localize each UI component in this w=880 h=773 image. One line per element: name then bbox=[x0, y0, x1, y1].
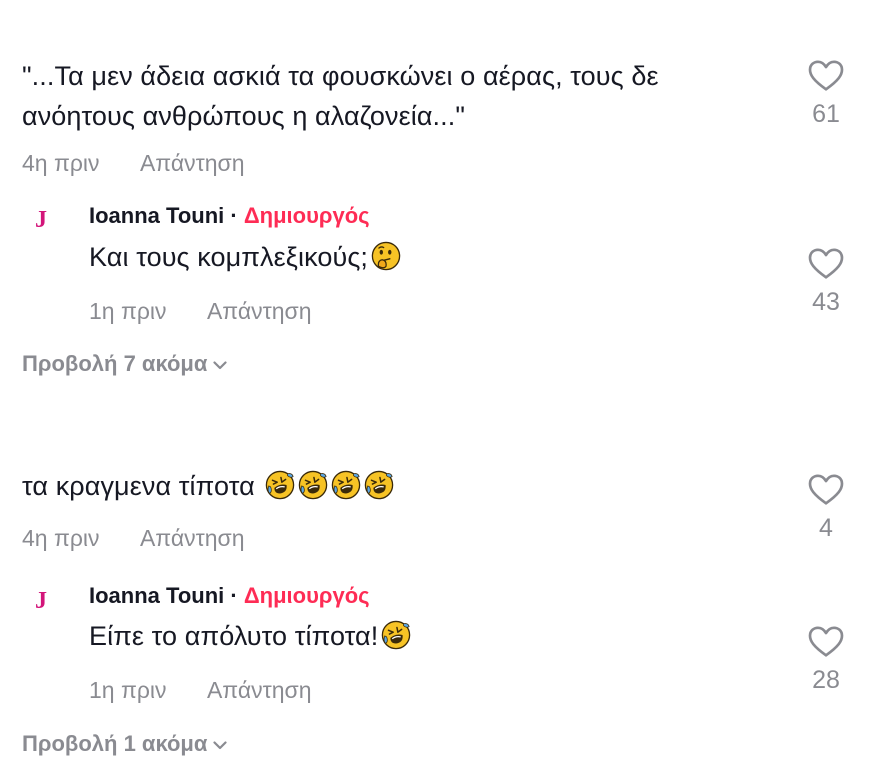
creator-badge: Δημιουργός bbox=[243, 203, 370, 228]
reply-button[interactable]: Απάντηση bbox=[140, 525, 245, 551]
rofl-emoji bbox=[265, 470, 295, 500]
avatar[interactable]: J bbox=[30, 206, 52, 234]
like-count: 28 bbox=[812, 666, 840, 694]
reply-button[interactable]: Απάντηση bbox=[140, 150, 245, 176]
like-count: 43 bbox=[812, 288, 840, 316]
reply-timestamp: 1η πριν bbox=[89, 677, 167, 703]
rofl-emoji bbox=[331, 470, 361, 500]
creator-badge: Δημιουργός bbox=[243, 583, 370, 608]
view-more-replies-button[interactable]: Προβολή 1 ακόμα bbox=[22, 731, 227, 757]
reply-button[interactable]: Απάντηση bbox=[207, 298, 312, 324]
rofl-emoji bbox=[381, 620, 411, 650]
heart-outline-icon bbox=[808, 60, 844, 92]
heart-outline-icon bbox=[808, 474, 844, 506]
heart-outline-icon bbox=[808, 626, 844, 658]
comment-meta: 4η πριν Απάντηση bbox=[22, 525, 244, 552]
reply-text: Και τους κομπλεξικούς; bbox=[89, 237, 401, 277]
chevron-down-icon bbox=[213, 361, 227, 370]
author-name[interactable]: Ioanna Touni bbox=[89, 583, 224, 608]
comment-text: "...Τα μεν άδεια ασκιά τα φουσκώνει ο αέ… bbox=[22, 61, 659, 131]
rofl-emoji bbox=[364, 470, 394, 500]
comment-timestamp: 4η πριν bbox=[22, 525, 100, 551]
reply-button[interactable]: Απάντηση bbox=[207, 677, 312, 703]
comment-meta: 4η πριν Απάντηση bbox=[22, 150, 244, 177]
view-more-replies-button[interactable]: Προβολή 7 ακόμα bbox=[22, 351, 227, 377]
author-separator: · bbox=[230, 203, 238, 228]
like-button[interactable]: 43 bbox=[800, 248, 852, 317]
reply-meta: 1η πριν Απάντηση bbox=[89, 677, 311, 704]
like-button[interactable]: 61 bbox=[800, 60, 852, 129]
like-button[interactable]: 28 bbox=[800, 626, 852, 695]
avatar[interactable]: J bbox=[30, 587, 52, 615]
author-name[interactable]: Ioanna Touni bbox=[89, 203, 224, 228]
heart-outline-icon bbox=[808, 248, 844, 280]
reply-author-line: Ioanna Touni · Δημιουργός bbox=[89, 203, 370, 229]
reply-text: Είπε το απόλυτο τίποτα! bbox=[89, 616, 411, 656]
comment-text: τα κραγμενα τίποτα bbox=[22, 466, 394, 506]
rofl-emoji bbox=[298, 470, 328, 500]
reply-author-line: Ioanna Touni · Δημιουργός bbox=[89, 583, 370, 609]
reply-timestamp: 1η πριν bbox=[89, 298, 167, 324]
thinking-face-emoji bbox=[371, 241, 401, 271]
author-separator: · bbox=[230, 583, 238, 608]
comment-timestamp: 4η πριν bbox=[22, 150, 100, 176]
reply-meta: 1η πριν Απάντηση bbox=[89, 298, 311, 325]
chevron-down-icon bbox=[213, 741, 227, 750]
like-count: 4 bbox=[819, 514, 833, 542]
like-count: 61 bbox=[812, 100, 840, 128]
like-button[interactable]: 4 bbox=[800, 474, 852, 543]
